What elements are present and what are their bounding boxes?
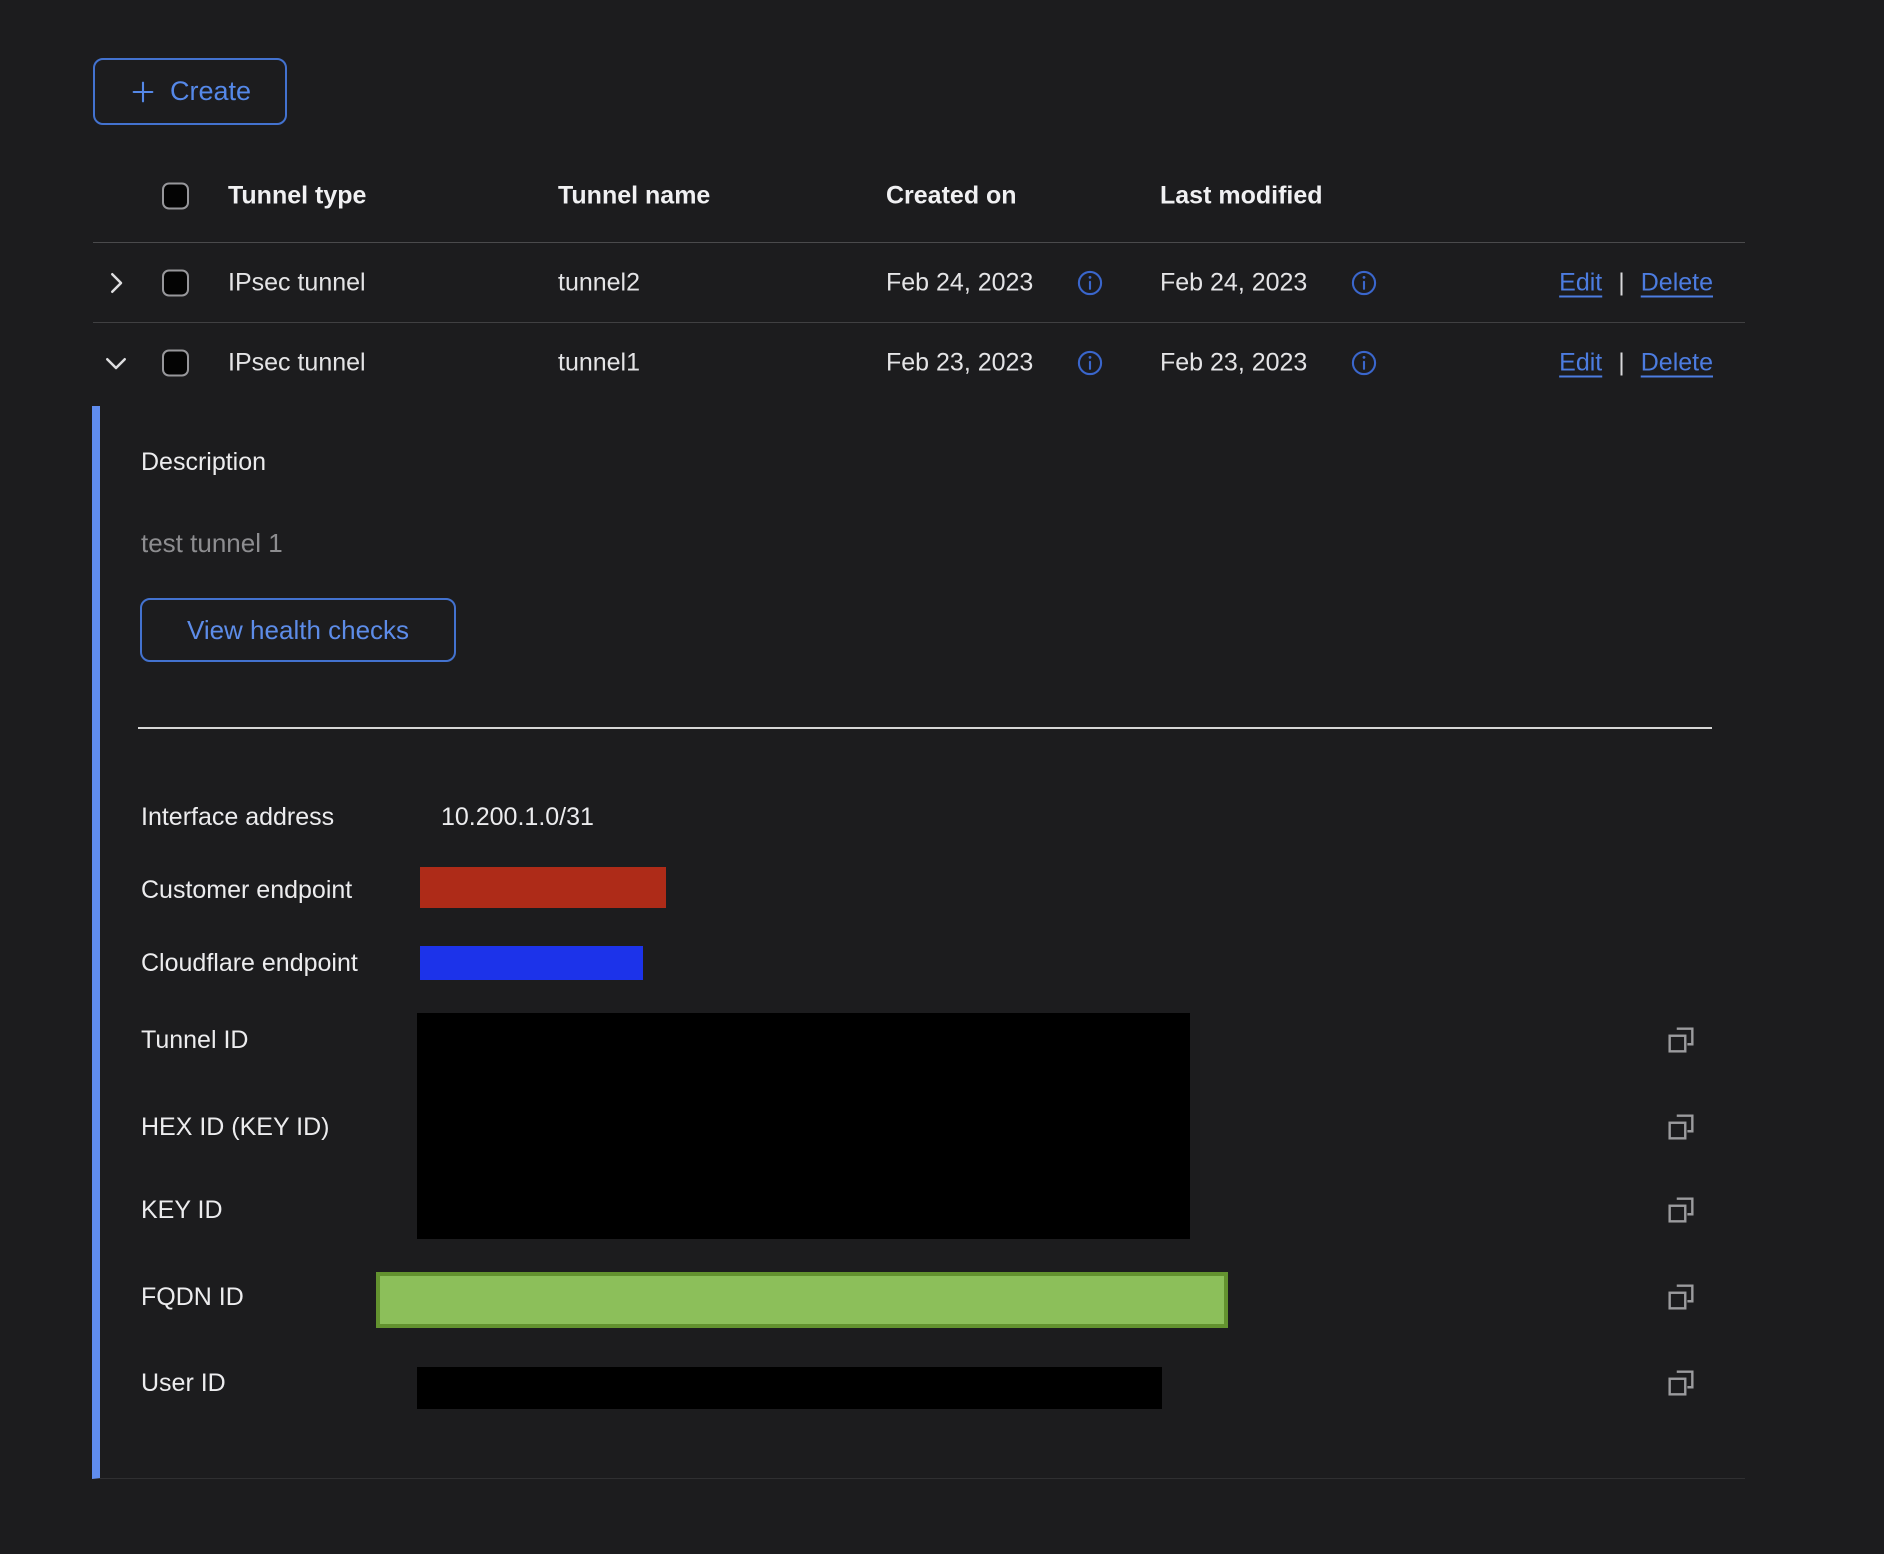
copy-icon — [1664, 1280, 1698, 1314]
customer-endpoint-redacted-value — [420, 867, 666, 908]
header-tunnel-type: Tunnel type — [228, 182, 366, 211]
table-row: IPsec tunnel tunnel2 Feb 24, 2023 Feb 24… — [93, 243, 1745, 323]
interface-address-label: Interface address — [141, 802, 334, 832]
chevron-down-icon — [101, 348, 131, 378]
created-on-info-icon[interactable] — [1076, 349, 1104, 377]
header-last-modified: Last modified — [1160, 182, 1323, 211]
created-on-info-icon[interactable] — [1076, 269, 1104, 297]
last-modified-info-icon[interactable] — [1350, 349, 1378, 377]
copy-icon — [1664, 1193, 1698, 1227]
table-header-row: Tunnel type Tunnel name Created on Last … — [93, 150, 1745, 243]
plus-icon — [129, 78, 157, 106]
description-label: Description — [141, 447, 266, 477]
row-checkbox[interactable] — [162, 269, 189, 296]
user-id-redacted-value — [417, 1367, 1162, 1409]
created-on-cell: Feb 23, 2023 — [886, 349, 1033, 378]
last-modified-cell: Feb 24, 2023 — [1160, 268, 1307, 297]
ids-redacted-value-block — [417, 1013, 1190, 1239]
copy-icon — [1664, 1366, 1698, 1400]
tunnel-id-label: Tunnel ID — [141, 1025, 248, 1055]
key-id-label: KEY ID — [141, 1195, 223, 1225]
copy-icon — [1664, 1023, 1698, 1057]
delete-link[interactable]: Delete — [1641, 268, 1713, 297]
fqdn-id-redacted-value — [376, 1272, 1228, 1328]
tunnel-type-cell: IPsec tunnel — [228, 268, 366, 297]
cloudflare-endpoint-redacted-value — [420, 946, 643, 980]
hex-id-label: HEX ID (KEY ID) — [141, 1112, 329, 1142]
last-modified-cell: Feb 23, 2023 — [1160, 349, 1307, 378]
interface-address-value: 10.200.1.0/31 — [441, 802, 594, 832]
cloudflare-endpoint-label: Cloudflare endpoint — [141, 948, 358, 978]
action-separator: | — [1618, 349, 1625, 378]
edit-link[interactable]: Edit — [1559, 268, 1602, 297]
action-separator: | — [1618, 268, 1625, 297]
chevron-right-icon — [101, 268, 131, 298]
copy-icon — [1664, 1110, 1698, 1144]
tunnels-table: Tunnel type Tunnel name Created on Last … — [93, 150, 1745, 403]
create-button-label: Create — [170, 76, 251, 107]
copy-hex-id-button[interactable] — [1664, 1109, 1700, 1145]
collapse-row-button[interactable] — [101, 348, 131, 378]
customer-endpoint-label: Customer endpoint — [141, 875, 352, 905]
create-button[interactable]: Create — [93, 58, 287, 125]
last-modified-info-icon[interactable] — [1350, 269, 1378, 297]
view-health-checks-button[interactable]: View health checks — [140, 598, 456, 662]
panel-divider — [138, 727, 1712, 729]
tunnel-name-cell: tunnel1 — [558, 349, 640, 378]
tunnel-type-cell: IPsec tunnel — [228, 349, 366, 378]
fqdn-id-label: FQDN ID — [141, 1282, 244, 1312]
expand-row-button[interactable] — [101, 268, 131, 298]
tunnel-name-cell: tunnel2 — [558, 268, 640, 297]
tunnels-page: Create Tunnel type Tunnel name Created o… — [0, 0, 1884, 1554]
copy-fqdn-id-button[interactable] — [1664, 1279, 1700, 1315]
header-tunnel-name: Tunnel name — [558, 182, 710, 211]
tunnel-details-panel: Description test tunnel 1 View health ch… — [92, 406, 1745, 1479]
header-created-on: Created on — [886, 182, 1017, 211]
select-all-checkbox[interactable] — [162, 183, 189, 210]
created-on-cell: Feb 24, 2023 — [886, 268, 1033, 297]
delete-link[interactable]: Delete — [1641, 349, 1713, 378]
table-row: IPsec tunnel tunnel1 Feb 23, 2023 Feb 23… — [93, 323, 1745, 403]
user-id-label: User ID — [141, 1368, 226, 1398]
copy-user-id-button[interactable] — [1664, 1365, 1700, 1401]
row-checkbox[interactable] — [162, 350, 189, 377]
edit-link[interactable]: Edit — [1559, 349, 1602, 378]
copy-tunnel-id-button[interactable] — [1664, 1022, 1700, 1058]
description-value: test tunnel 1 — [141, 528, 283, 558]
copy-key-id-button[interactable] — [1664, 1192, 1700, 1228]
